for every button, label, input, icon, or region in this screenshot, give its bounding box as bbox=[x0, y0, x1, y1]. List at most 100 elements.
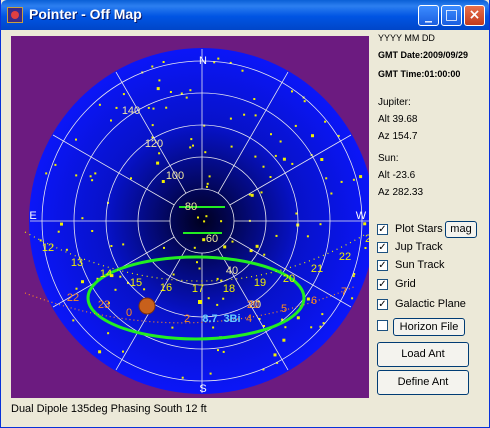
star bbox=[310, 326, 313, 329]
jupiter-az: Az 154.7 bbox=[378, 131, 418, 142]
star bbox=[363, 222, 367, 226]
star bbox=[75, 174, 78, 177]
star bbox=[254, 155, 257, 158]
galactic-plane-label: Galactic Plane bbox=[395, 298, 466, 310]
star bbox=[206, 185, 208, 188]
define-ant-button[interactable]: Define Ant bbox=[377, 370, 469, 395]
sun-hour-label: 4 bbox=[246, 313, 252, 325]
star bbox=[320, 158, 324, 161]
star bbox=[91, 230, 94, 232]
star bbox=[181, 376, 184, 379]
jupiter-hour-label: 12 bbox=[42, 242, 54, 254]
star bbox=[294, 124, 297, 127]
star bbox=[122, 93, 125, 96]
close-button[interactable]: × bbox=[464, 5, 485, 26]
horizon-file-checkbox[interactable] bbox=[377, 320, 388, 331]
jup-track-checkbox[interactable]: ✓ bbox=[377, 242, 388, 253]
jupiter-hour-label: 22 bbox=[339, 251, 351, 263]
sun-az: Az 282.33 bbox=[378, 187, 424, 198]
star bbox=[72, 319, 75, 322]
gmt-date: GMT Date:2009/09/29 bbox=[378, 50, 469, 60]
star bbox=[147, 106, 150, 109]
star bbox=[172, 273, 175, 276]
altitude-label: 100 bbox=[166, 170, 184, 182]
star bbox=[253, 98, 256, 100]
sun-marker bbox=[138, 297, 156, 315]
jup-track-label: Jup Track bbox=[395, 241, 443, 253]
sun-hour-label: 22 bbox=[67, 292, 79, 304]
star bbox=[189, 89, 192, 92]
star bbox=[269, 176, 272, 178]
star bbox=[217, 349, 219, 352]
star bbox=[262, 165, 265, 168]
star bbox=[198, 267, 201, 270]
sun-hour-label: 6 bbox=[311, 295, 317, 307]
altitude-label: 60 bbox=[206, 233, 218, 245]
star bbox=[75, 138, 77, 141]
star bbox=[216, 277, 219, 280]
jupiter-hour-label: 18 bbox=[223, 283, 235, 295]
star bbox=[222, 350, 225, 353]
compass-west: W bbox=[356, 210, 367, 222]
window-title: Pointer - Off Map bbox=[29, 6, 142, 22]
compass-south: S bbox=[199, 383, 206, 395]
star bbox=[143, 288, 146, 291]
star bbox=[306, 297, 310, 301]
star bbox=[340, 180, 343, 183]
jupiter-hour-label: 2 bbox=[365, 233, 369, 245]
mag-button[interactable]: mag bbox=[445, 221, 477, 238]
star bbox=[202, 238, 206, 242]
sun-hour-label: 20 bbox=[247, 299, 259, 311]
app-icon[interactable] bbox=[7, 7, 23, 23]
horizon-file-button[interactable]: Horizon File bbox=[393, 318, 465, 336]
star bbox=[75, 287, 78, 290]
sidebar: YYYY MM DD GMT Date:2009/09/29 GMT Time:… bbox=[375, 33, 487, 398]
galactic-plane-checkbox[interactable]: ✓ bbox=[377, 299, 388, 310]
star bbox=[91, 179, 94, 182]
star bbox=[81, 280, 84, 284]
star bbox=[330, 192, 333, 195]
title-bar[interactable]: Pointer - Off Map _ □ × bbox=[1, 0, 489, 30]
plot-stars-checkbox[interactable]: ✓ bbox=[377, 224, 388, 235]
star bbox=[163, 246, 165, 249]
star bbox=[319, 223, 322, 226]
star bbox=[352, 275, 355, 278]
star bbox=[260, 191, 263, 194]
sky-map-panel[interactable]: N S E W 140 120 100 80 60 40 20 12 13 14 15 16 17 18 19 20 2… bbox=[11, 36, 375, 398]
star bbox=[151, 124, 154, 127]
star bbox=[352, 178, 355, 181]
star bbox=[321, 313, 324, 316]
star bbox=[282, 157, 286, 161]
star bbox=[158, 152, 161, 155]
star bbox=[279, 140, 282, 143]
load-ant-button[interactable]: Load Ant bbox=[377, 342, 469, 367]
grid-checkbox[interactable]: ✓ bbox=[377, 279, 388, 290]
sun-track-checkbox[interactable]: ✓ bbox=[377, 260, 388, 271]
star bbox=[156, 161, 160, 165]
star bbox=[209, 372, 212, 375]
star bbox=[254, 114, 257, 117]
star bbox=[205, 215, 208, 218]
jupiter-hour-label: 20 bbox=[283, 273, 295, 285]
minimize-button[interactable]: _ bbox=[418, 5, 439, 26]
star bbox=[255, 244, 259, 248]
star bbox=[192, 144, 194, 147]
star bbox=[115, 106, 118, 109]
star bbox=[158, 79, 161, 82]
star bbox=[208, 175, 211, 178]
maximize-button[interactable]: □ bbox=[441, 5, 462, 26]
star bbox=[98, 350, 102, 354]
star bbox=[306, 235, 309, 238]
star bbox=[303, 100, 306, 103]
star bbox=[89, 175, 92, 178]
star bbox=[296, 316, 300, 320]
star bbox=[165, 106, 168, 109]
star bbox=[57, 230, 60, 233]
sun-heading: Sun: bbox=[378, 153, 399, 164]
star bbox=[250, 193, 254, 197]
jupiter-marker bbox=[198, 300, 202, 304]
jupiter-hour-label: 16 bbox=[160, 282, 172, 294]
star bbox=[196, 261, 198, 264]
sky-map[interactable]: NSE W1401201008060402012131415 16 17 18 19 202… bbox=[11, 36, 375, 398]
star bbox=[204, 151, 207, 154]
